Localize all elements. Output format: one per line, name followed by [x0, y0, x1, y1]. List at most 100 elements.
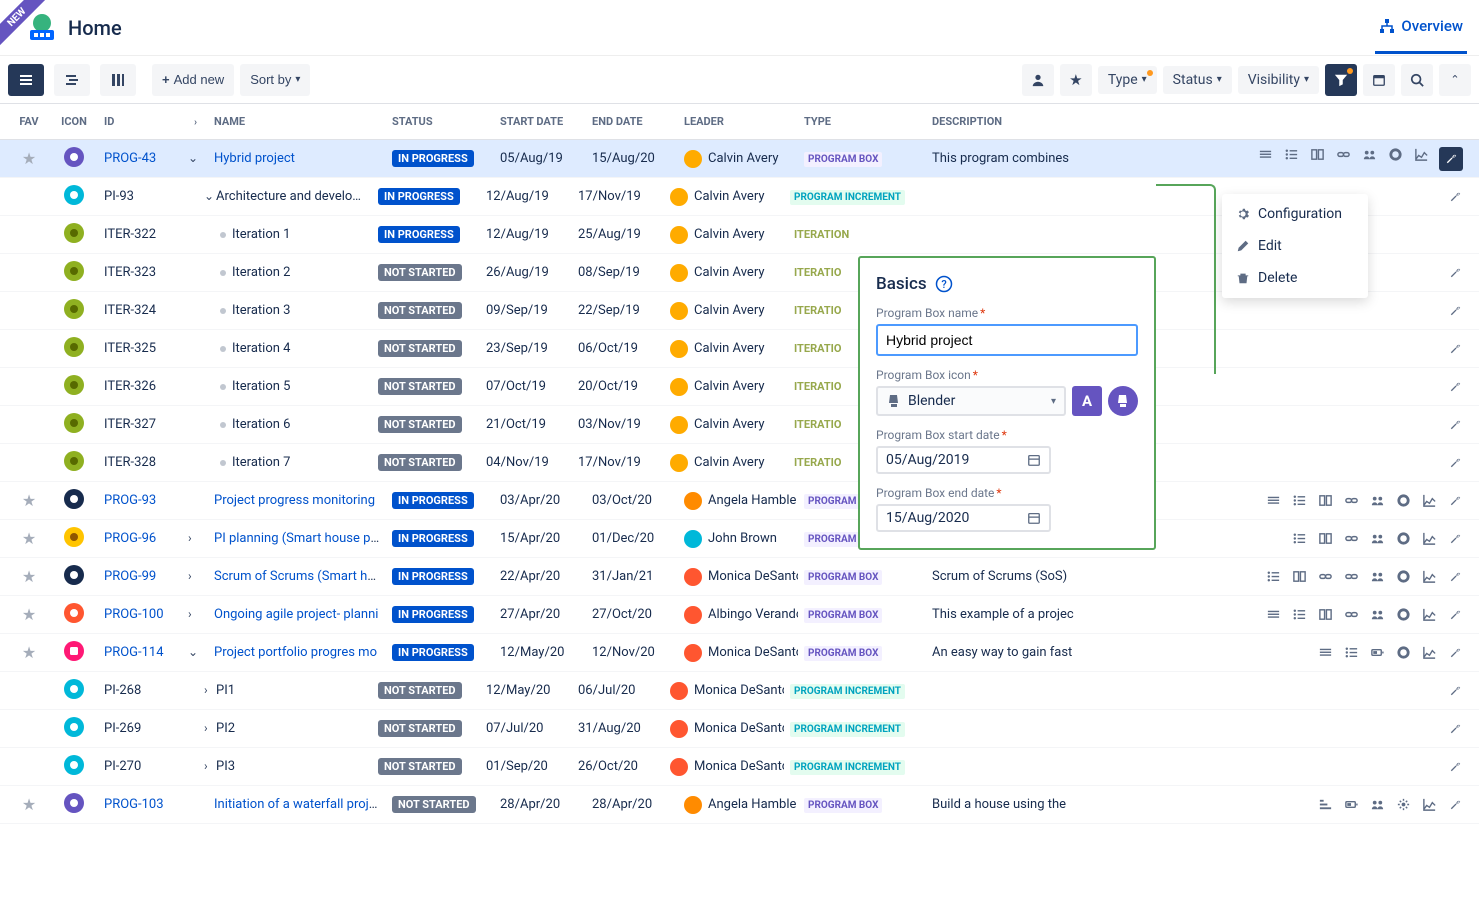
search-button[interactable]	[1401, 64, 1433, 96]
action-group[interactable]	[1369, 607, 1385, 623]
overview-tab[interactable]: Overview	[1375, 1, 1467, 54]
row-id-link[interactable]: PROG-96	[104, 531, 156, 546]
action-lines[interactable]	[1265, 493, 1281, 509]
row-name-link[interactable]: Scrum of Scrums (Smart hou	[214, 569, 382, 584]
action-chart[interactable]	[1421, 645, 1437, 661]
menu-delete[interactable]: Delete	[1222, 262, 1368, 294]
action-wrench[interactable]	[1447, 379, 1463, 395]
action-wrench[interactable]	[1447, 721, 1463, 737]
action-group[interactable]	[1361, 147, 1377, 163]
row-name-link[interactable]: PI planning (Smart house pro	[214, 531, 382, 546]
action-wrench[interactable]	[1447, 797, 1463, 813]
row-id-link[interactable]: PROG-43	[104, 151, 156, 166]
action-chart[interactable]	[1413, 147, 1429, 163]
action-ring[interactable]	[1395, 569, 1411, 585]
table-row[interactable]: ITER-326Iteration 5NOT STARTED07/Oct/192…	[0, 368, 1479, 406]
action-wrench[interactable]	[1447, 569, 1463, 585]
letter-box[interactable]: A	[1072, 386, 1102, 416]
action-list[interactable]	[1291, 493, 1307, 509]
row-id-link[interactable]: PROG-93	[104, 493, 156, 508]
table-row[interactable]: PI-269›PI2NOT STARTED07/Jul/2031/Aug/20M…	[0, 710, 1479, 748]
table-row[interactable]: ★PROG-43⌄Hybrid projectIN PROGRESS05/Aug…	[0, 140, 1479, 178]
expand-toggle[interactable]: ›	[204, 759, 208, 773]
filter-button[interactable]	[1325, 64, 1357, 96]
action-battery[interactable]	[1369, 645, 1385, 661]
star-icon[interactable]: ★	[22, 149, 36, 168]
action-group[interactable]	[1369, 569, 1385, 585]
action-wrench[interactable]	[1447, 303, 1463, 319]
table-row[interactable]: ★PROG-114⌄Project portfolio progres moIN…	[0, 634, 1479, 672]
action-lines[interactable]	[1265, 607, 1281, 623]
action-link[interactable]	[1343, 607, 1359, 623]
action-ring[interactable]	[1395, 493, 1411, 509]
action-list[interactable]	[1265, 569, 1281, 585]
table-row[interactable]: ★PROG-99›Scrum of Scrums (Smart houIN PR…	[0, 558, 1479, 596]
action-wrench[interactable]	[1447, 341, 1463, 357]
row-id-link[interactable]: PROG-103	[104, 797, 164, 812]
action-list[interactable]	[1283, 147, 1299, 163]
row-name-link[interactable]: Project portfolio progres mo	[214, 645, 377, 660]
table-row[interactable]: ITER-328Iteration 7NOT STARTED04/Nov/191…	[0, 444, 1479, 482]
star-icon[interactable]: ★	[22, 795, 36, 814]
action-wrench[interactable]	[1447, 531, 1463, 547]
menu-edit[interactable]: Edit	[1222, 230, 1368, 262]
table-row[interactable]: ITER-327Iteration 6NOT STARTED21/Oct/190…	[0, 406, 1479, 444]
table-row[interactable]: ★PROG-100›Ongoing agile project- planniI…	[0, 596, 1479, 634]
action-chart[interactable]	[1421, 493, 1437, 509]
action-list[interactable]	[1291, 607, 1307, 623]
calendar-button[interactable]	[1363, 64, 1395, 96]
action-board[interactable]	[1309, 147, 1325, 163]
column-view-button[interactable]	[100, 64, 136, 96]
menu-configuration[interactable]: Configuration	[1222, 198, 1368, 230]
add-new-button[interactable]: +Add new	[152, 64, 234, 96]
action-wrench[interactable]	[1447, 189, 1463, 205]
action-ring[interactable]	[1395, 531, 1411, 547]
action-chart[interactable]	[1421, 531, 1437, 547]
action-wrench[interactable]	[1447, 759, 1463, 775]
table-row[interactable]: PI-268›PI1NOT STARTED12/May/2006/Jul/20M…	[0, 672, 1479, 710]
row-name-link[interactable]: Project progress monitoring	[214, 493, 375, 508]
list-view-button[interactable]	[8, 64, 44, 96]
action-wrench[interactable]	[1447, 265, 1463, 281]
star-filter-button[interactable]: ★	[1060, 64, 1092, 96]
help-icon[interactable]: ?	[935, 275, 953, 293]
action-chart[interactable]	[1421, 797, 1437, 813]
action-lines2[interactable]	[1317, 797, 1333, 813]
star-icon[interactable]: ★	[22, 491, 36, 510]
action-wrench[interactable]	[1447, 645, 1463, 661]
user-filter-button[interactable]	[1022, 64, 1054, 96]
expand-toggle[interactable]: ›	[204, 721, 208, 735]
type-filter[interactable]: Type▾	[1098, 66, 1157, 94]
action-wrench[interactable]	[1447, 683, 1463, 699]
table-row[interactable]: ★PROG-96›PI planning (Smart house proIN …	[0, 520, 1479, 558]
collapse-toggle[interactable]: ⌄	[188, 645, 198, 659]
expand-toggle[interactable]: ›	[188, 607, 192, 621]
icon-select[interactable]: Blender ▾	[876, 386, 1066, 416]
action-list[interactable]	[1291, 531, 1307, 547]
action-link[interactable]	[1317, 569, 1333, 585]
action-list[interactable]	[1343, 645, 1359, 661]
star-icon[interactable]: ★	[22, 605, 36, 624]
action-group[interactable]	[1369, 531, 1385, 547]
action-board[interactable]	[1317, 531, 1333, 547]
expand-toggle[interactable]: ›	[188, 531, 192, 545]
row-name-link[interactable]: Hybrid project	[214, 151, 295, 166]
action-wrench[interactable]	[1439, 147, 1463, 171]
row-id-link[interactable]: PROG-100	[104, 607, 164, 622]
star-icon[interactable]: ★	[22, 643, 36, 662]
action-wrench[interactable]	[1447, 607, 1463, 623]
action-battery[interactable]	[1343, 797, 1359, 813]
action-ring[interactable]	[1387, 147, 1403, 163]
action-link[interactable]	[1343, 531, 1359, 547]
circle-icon-box[interactable]	[1108, 386, 1138, 416]
table-row[interactable]: ITER-325Iteration 4NOT STARTED23/Sep/190…	[0, 330, 1479, 368]
collapse-toggle[interactable]: ⌄	[188, 151, 198, 165]
visibility-filter[interactable]: Visibility▾	[1238, 66, 1319, 94]
action-board[interactable]	[1291, 569, 1307, 585]
action-gear[interactable]	[1395, 797, 1411, 813]
action-board[interactable]	[1317, 607, 1333, 623]
row-name-link[interactable]: Initiation of a waterfall projec	[214, 797, 382, 812]
sort-by-button[interactable]: Sort by▾	[240, 64, 310, 96]
status-filter[interactable]: Status▾	[1163, 66, 1232, 94]
table-row[interactable]: ★PROG-93Project progress monitoringIN PR…	[0, 482, 1479, 520]
